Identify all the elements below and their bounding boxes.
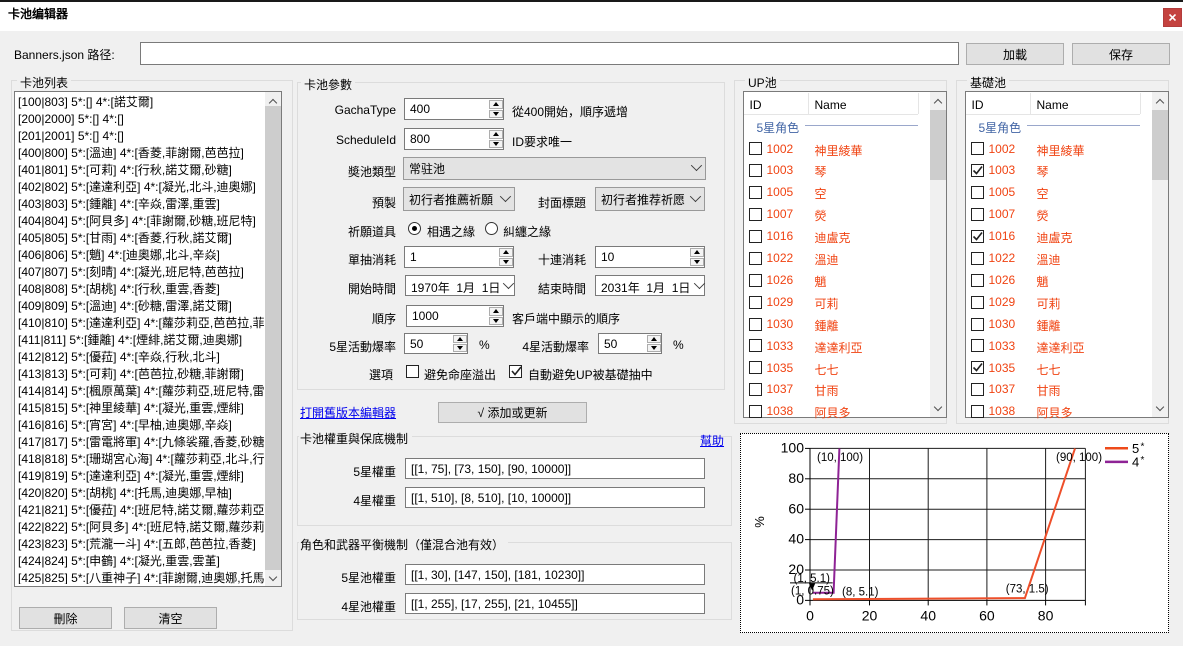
svg-text:4: 4 <box>1132 454 1139 469</box>
svg-text:0: 0 <box>806 608 814 624</box>
svg-text:60: 60 <box>788 501 804 517</box>
svg-text:(90, 100): (90, 100) <box>1056 452 1102 464</box>
svg-text:%: % <box>752 516 767 528</box>
svg-text:(10, 100): (10, 100) <box>817 452 863 464</box>
svg-text:60: 60 <box>979 608 995 624</box>
svg-text:80: 80 <box>788 470 804 486</box>
svg-text:*: * <box>1141 455 1145 466</box>
svg-text:(8, 5.1): (8, 5.1) <box>842 586 879 598</box>
svg-text:(73, 1.5): (73, 1.5) <box>1006 583 1049 595</box>
svg-text:100: 100 <box>781 440 805 456</box>
svg-text:40: 40 <box>788 531 804 547</box>
svg-text:80: 80 <box>1038 608 1054 624</box>
svg-text:20: 20 <box>862 608 878 624</box>
svg-text:*: * <box>1141 442 1145 453</box>
svg-text:40: 40 <box>920 608 936 624</box>
